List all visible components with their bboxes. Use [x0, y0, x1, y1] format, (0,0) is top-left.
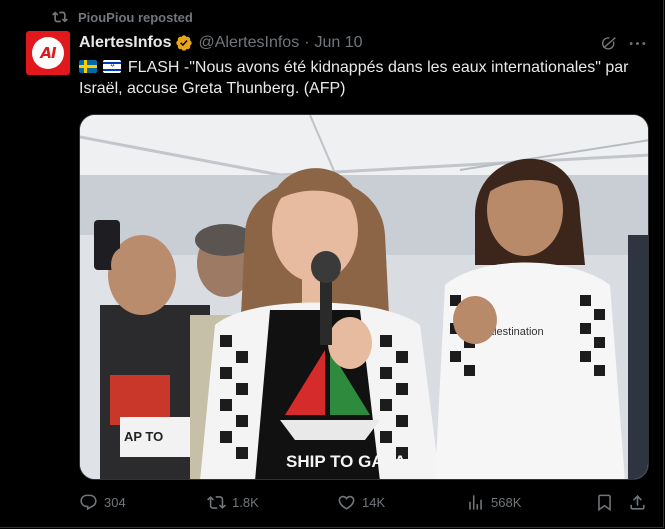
avatar[interactable]: AI	[26, 31, 70, 75]
more-options-icon[interactable]	[628, 34, 647, 53]
post-card[interactable]: PiouPiou reposted AI AlertesInfos @Alert…	[0, 0, 664, 528]
author-display-name[interactable]: AlertesInfos	[79, 34, 171, 52]
shirt3-text: AP TO	[124, 429, 163, 444]
grok-icon[interactable]	[600, 34, 619, 53]
reply-icon	[80, 494, 97, 511]
post-body: FLASH -"Nous avons été kidnappés dans le…	[79, 59, 629, 97]
share-button[interactable]	[628, 493, 647, 512]
repost-count: 1.8K	[232, 495, 259, 510]
israel-flag-icon: ✡	[103, 60, 122, 73]
shirt-slogan: SHIP TO GAZA	[286, 452, 406, 471]
bookmark-icon	[598, 494, 611, 512]
views-chart-icon	[469, 495, 482, 510]
like-button[interactable]: 14K	[337, 493, 385, 512]
view-count: 568K	[491, 495, 522, 510]
heart-icon	[338, 495, 355, 510]
author-handle[interactable]: @AlertesInfos	[198, 34, 299, 52]
repost-icon	[52, 11, 68, 23]
reply-button[interactable]: 304	[79, 493, 126, 512]
repost-indicator: PiouPiou reposted	[52, 9, 193, 25]
action-bar: 304 1.8K 14K 568K	[79, 493, 649, 515]
avatar-logo: AI	[40, 44, 56, 62]
sweden-flag-icon	[79, 60, 97, 73]
verified-badge-icon	[176, 35, 193, 51]
header-separator: ·	[304, 34, 310, 51]
views-button[interactable]: 568K	[466, 493, 521, 512]
share-icon	[630, 495, 645, 510]
repost-action-icon	[207, 496, 226, 509]
post-date[interactable]: Jun 10	[315, 34, 363, 52]
like-count: 14K	[362, 495, 386, 510]
post-header: AlertesInfos @AlertesInfos · Jun 10	[79, 33, 363, 53]
shirt2-text: alestination	[488, 326, 544, 338]
verified-badge[interactable]	[175, 34, 193, 52]
repost-label[interactable]: PiouPiou reposted	[78, 10, 193, 25]
post-text: ✡ FLASH -"Nous avons été kidnappés dans …	[79, 57, 649, 99]
post-image[interactable]: AP TO SHIP TO GAZA alestination	[79, 114, 649, 480]
reply-count: 304	[104, 495, 126, 510]
photo-scene: AP TO SHIP TO GAZA alestination	[80, 115, 648, 479]
bookmark-button[interactable]	[595, 493, 614, 512]
repost-button[interactable]: 1.8K	[207, 493, 259, 512]
